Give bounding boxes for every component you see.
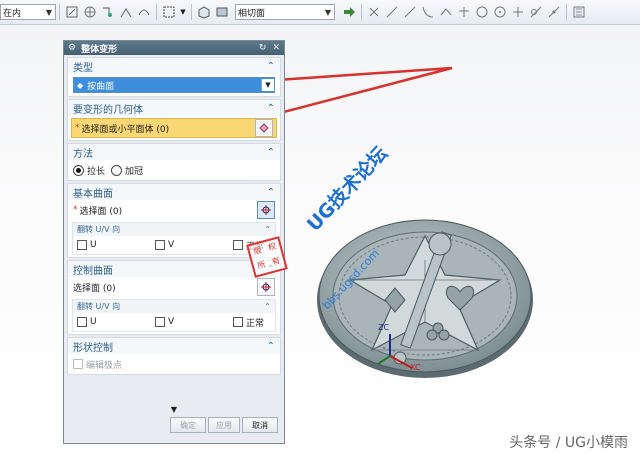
select-face-body-label: 选择面或小平面体 (0): [81, 124, 170, 135]
geometry-section-title: 要变形的几何体: [73, 104, 143, 116]
chevron-up-icon[interactable]: ⌃: [264, 302, 271, 311]
control-flip-normal-label: 正常: [246, 318, 265, 329]
control-flip-group: 翻转 U/V 向 ⌃ U V 正常: [72, 299, 276, 332]
geometry-section: 要变形的几何体 ⌃ * 选择面或小平面体 (0): [67, 99, 281, 141]
type-combo[interactable]: ◆ 按曲面 ▼: [73, 77, 275, 93]
edit-poles-row: 编辑极点: [68, 354, 280, 374]
select-face-icon[interactable]: [257, 278, 275, 296]
radio-unselected-icon[interactable]: [111, 164, 123, 176]
control-surface-section-header[interactable]: 控制曲面 ⌃: [68, 261, 280, 277]
control-flip-v-label: V: [168, 317, 175, 327]
shape-control-section-header[interactable]: 形状控制 ⌃: [68, 338, 280, 354]
control-flip-u[interactable]: U: [77, 317, 155, 327]
control-flip-u-label: U: [90, 317, 97, 327]
method-options-row: 拉长 加冠: [68, 160, 280, 180]
method-option-stretch[interactable]: 拉长: [73, 164, 105, 177]
control-flip-v[interactable]: V: [155, 317, 233, 327]
method-option-crown[interactable]: 加冠: [111, 164, 143, 177]
type-section: 类型 ⌃ ◆ 按曲面 ▼: [67, 57, 281, 97]
base-flip-header[interactable]: 翻转 U/V 向 ⌃: [73, 223, 275, 236]
base-surface-section-header[interactable]: 基本曲面 ⌃: [68, 184, 280, 200]
type-combo-value: 按曲面: [87, 81, 115, 92]
control-select-face-row[interactable]: 选择面 (0): [68, 277, 280, 297]
chevron-up-icon[interactable]: ⌃: [267, 147, 275, 158]
shape-control-section: 形状控制 ⌃ 编辑极点: [67, 337, 281, 375]
base-flip-u[interactable]: U: [77, 240, 155, 250]
apply-button[interactable]: 应用: [208, 417, 240, 433]
gear-icon: ⚙: [68, 43, 77, 53]
global-shaping-dialog: ⚙ 整体变形 ↻ ✕ 类型 ⌃ ◆ 按曲面 ▼ 要变形的几何体 ⌃ * 选择面或…: [63, 40, 285, 444]
select-body-icon[interactable]: [255, 119, 273, 137]
required-star-icon: *: [73, 205, 78, 215]
control-select-face-label: 选择面 (0): [73, 283, 116, 294]
dialog-footer: ▼ 确定 应用 取消: [64, 405, 284, 443]
base-select-face-row[interactable]: * 选择面 (0): [68, 200, 280, 220]
checkbox-icon[interactable]: [77, 317, 87, 327]
cancel-button[interactable]: 取消: [242, 417, 278, 433]
method-option-stretch-label: 拉长: [87, 166, 106, 177]
more-options-icon[interactable]: ▼: [64, 405, 284, 417]
dropdown-arrow-icon[interactable]: ▼: [261, 79, 274, 91]
base-surface-section-title: 基本曲面: [73, 188, 113, 200]
control-surface-section: 控制曲面 ⌃ 选择面 (0) 翻转 U/V 向 ⌃ U V 正常: [67, 260, 281, 335]
method-section-header[interactable]: 方法 ⌃: [68, 144, 280, 160]
chevron-up-icon[interactable]: ⌃: [267, 341, 275, 352]
dialog-title-bar[interactable]: ⚙ 整体变形 ↻ ✕: [64, 41, 284, 55]
close-icon[interactable]: ✕: [272, 43, 280, 53]
base-flip-u-label: U: [90, 240, 97, 250]
ok-button[interactable]: 确定: [170, 417, 206, 433]
select-face-icon[interactable]: [257, 201, 275, 219]
checkbox-icon[interactable]: [155, 240, 165, 250]
checkbox-icon: [73, 359, 83, 369]
chevron-up-icon[interactable]: ⌃: [267, 187, 275, 198]
base-select-face-label: 选择面 (0): [79, 206, 123, 217]
base-flip-v-label: V: [168, 240, 175, 250]
geometry-section-header[interactable]: 要变形的几何体 ⌃: [68, 100, 280, 116]
radio-selected-icon[interactable]: [73, 164, 84, 176]
edit-poles-label: 编辑极点: [86, 360, 123, 371]
control-flip-normal[interactable]: 正常: [233, 316, 264, 329]
surface-type-icon: ◆: [77, 80, 84, 90]
reset-icon[interactable]: ↻: [259, 43, 267, 53]
required-star-icon: *: [75, 123, 80, 133]
control-flip-header[interactable]: 翻转 U/V 向 ⌃: [73, 300, 275, 313]
control-flip-checkboxes: U V 正常: [73, 313, 275, 331]
select-face-body-row[interactable]: * 选择面或小平面体 (0): [71, 118, 277, 138]
dialog-title: 整体变形: [81, 44, 118, 55]
checkbox-icon[interactable]: [77, 240, 87, 250]
method-section-title: 方法: [73, 148, 93, 160]
base-flip-v[interactable]: V: [155, 240, 233, 250]
stamp-char: 有: [270, 255, 281, 267]
method-section: 方法 ⌃ 拉长 加冠: [67, 143, 281, 181]
type-section-header[interactable]: 类型 ⌃: [68, 58, 280, 74]
base-flip-checkboxes: U V 正常: [73, 236, 275, 254]
dialog-buttons: 确定 应用 取消: [64, 417, 284, 433]
shape-control-section-title: 形状控制: [73, 342, 113, 354]
checkbox-icon[interactable]: [233, 317, 243, 327]
type-section-title: 类型: [73, 62, 93, 74]
base-flip-title: 翻转 U/V 向: [77, 225, 121, 234]
base-flip-group: 翻转 U/V 向 ⌃ U V 正常: [72, 222, 276, 255]
chevron-up-icon[interactable]: ⌃: [267, 103, 275, 114]
checkbox-icon[interactable]: [233, 240, 243, 250]
chevron-up-icon[interactable]: ⌃: [264, 225, 271, 234]
control-surface-section-title: 控制曲面: [73, 265, 113, 277]
checkbox-icon[interactable]: [155, 317, 165, 327]
control-flip-title: 翻转 U/V 向: [77, 302, 121, 311]
method-option-crown-label: 加冠: [125, 166, 144, 177]
chevron-up-icon[interactable]: ⌃: [267, 61, 275, 72]
